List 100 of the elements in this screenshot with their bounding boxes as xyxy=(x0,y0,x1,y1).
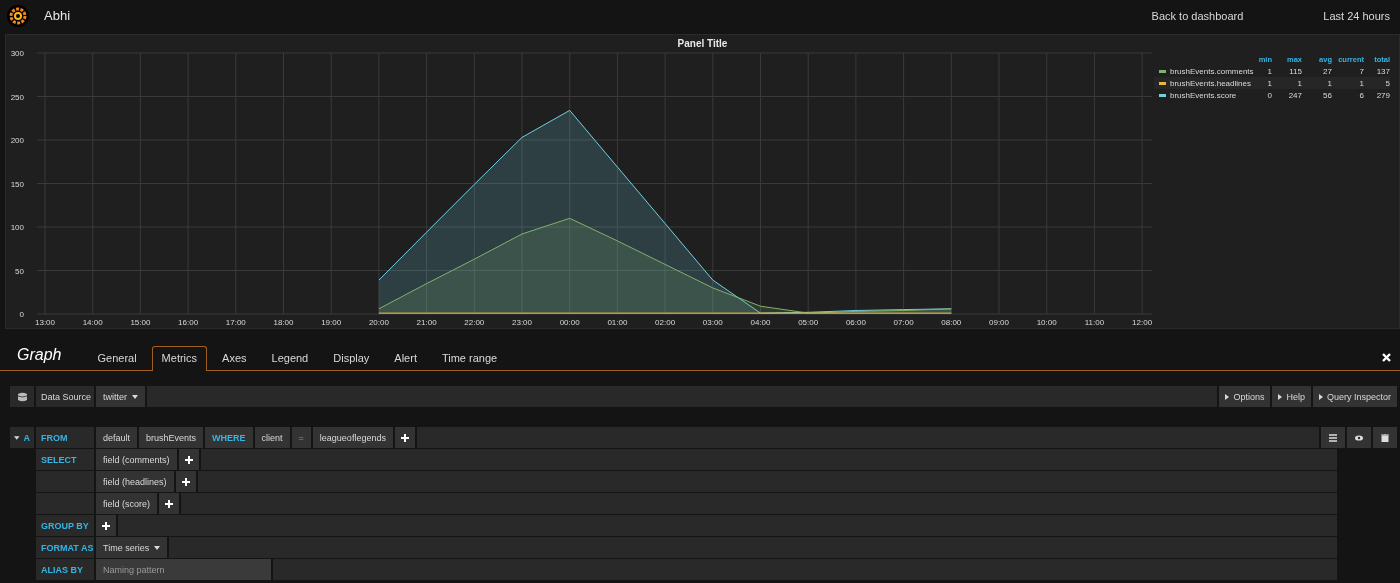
legend-value: 5 xyxy=(1384,78,1390,88)
axis-tick-label: 00:00 xyxy=(559,318,580,327)
axis-tick-label: 13:00 xyxy=(35,318,55,327)
database-icon xyxy=(17,391,27,402)
caret-icon xyxy=(1318,393,1323,400)
panel-title: Panel Title xyxy=(676,37,729,48)
row-action-button[interactable] xyxy=(1347,427,1371,448)
menu-icon xyxy=(1329,433,1337,442)
add-button[interactable] xyxy=(96,515,116,536)
axis-tick-label: 06:00 xyxy=(845,318,866,327)
toolbar-button[interactable]: Query Inspector xyxy=(1312,386,1397,407)
axis-tick-label: 08:00 xyxy=(941,318,962,327)
nav-link[interactable]: Last 24 hours xyxy=(1323,9,1390,22)
axis-tick-label: 16:00 xyxy=(178,318,199,327)
caret-icon xyxy=(1225,393,1230,400)
editor-tab[interactable]: Alert xyxy=(384,346,427,370)
query-segment[interactable]: field (score) xyxy=(96,493,157,514)
plus-icon xyxy=(165,499,173,508)
toolbar-button[interactable]: Help xyxy=(1272,386,1311,407)
query-segment[interactable]: field (comments) xyxy=(96,449,177,470)
legend-value: 279 xyxy=(1375,90,1390,100)
datasource-dropdown[interactable]: twitter xyxy=(96,386,145,407)
query-keyword: ALIAS BY xyxy=(36,559,94,580)
add-button[interactable] xyxy=(175,471,196,492)
query-segment[interactable]: default xyxy=(96,427,138,448)
axis-tick-label: 200 xyxy=(10,136,24,145)
axis-tick-label: 04:00 xyxy=(750,318,771,327)
axis-tick-label: 05:00 xyxy=(798,318,819,327)
button-label: Options xyxy=(1233,391,1265,402)
query-segment[interactable]: leagueoflegends xyxy=(312,427,393,448)
axis-tick-label: 11:00 xyxy=(1084,318,1105,327)
axis-tick-label: 18:00 xyxy=(273,318,294,327)
plus-icon xyxy=(102,521,110,530)
legend-value: 1 xyxy=(1296,78,1302,88)
series-name[interactable]: brushEvents.score xyxy=(1170,90,1237,100)
axis-tick-label: 02:00 xyxy=(655,318,676,327)
editor-tab[interactable]: Axes xyxy=(212,346,257,370)
editor-tab[interactable]: Legend xyxy=(261,346,319,370)
query-segment[interactable]: brushEvents xyxy=(139,427,204,448)
query-segment[interactable]: field (headlines) xyxy=(96,471,174,492)
axis-tick-label: 17:00 xyxy=(225,318,246,327)
axis-tick-label: 100 xyxy=(10,223,24,232)
axis-tick-label: 03:00 xyxy=(702,318,723,327)
add-button[interactable] xyxy=(394,427,415,448)
editor-tab[interactable]: General xyxy=(87,346,147,370)
button-label: Query Inspector xyxy=(1326,391,1391,402)
editor-title: Graph xyxy=(17,346,62,364)
axis-tick-label: 250 xyxy=(10,92,24,102)
query-segment[interactable]: client xyxy=(254,427,290,448)
toolbar-button[interactable]: Options xyxy=(1219,386,1271,407)
axis-tick-label: 14:00 xyxy=(82,318,103,327)
axis-tick-label: 12:00 xyxy=(1132,318,1153,327)
axis-tick-label: 23:00 xyxy=(512,318,532,327)
legend-value: 1 xyxy=(1326,78,1332,88)
legend-value: 7 xyxy=(1358,66,1364,76)
button-label: Help xyxy=(1286,391,1305,402)
trash-icon xyxy=(1381,433,1389,442)
legend-value: 1 xyxy=(1358,78,1364,88)
axis-tick-label: 07:00 xyxy=(893,318,914,327)
add-button[interactable] xyxy=(159,493,179,514)
dashboard-title: Abhi xyxy=(44,8,71,23)
axis-tick-label: 50 xyxy=(15,266,24,276)
nav-link[interactable]: Back to dashboard xyxy=(1151,9,1244,22)
close-icon xyxy=(1382,353,1391,362)
query-keyword: SELECT xyxy=(36,449,94,470)
axis-tick-label: 300 xyxy=(10,49,24,58)
series-name[interactable]: brushEvents.headlines xyxy=(1170,78,1251,88)
query-keyword: WHERE xyxy=(205,427,253,448)
editor-tab[interactable]: Display xyxy=(323,346,380,370)
row-action-button[interactable] xyxy=(1321,427,1345,448)
axis-tick-label: 10:00 xyxy=(1036,318,1057,327)
plus-icon xyxy=(400,433,409,442)
query-ref: A xyxy=(23,432,30,443)
row-action-button[interactable] xyxy=(1373,427,1397,448)
caret-icon xyxy=(14,435,20,440)
operator-segment[interactable]: = xyxy=(291,427,311,448)
add-button[interactable] xyxy=(178,449,199,470)
axis-tick-label: 21:00 xyxy=(416,318,437,327)
legend-value: 0 xyxy=(1266,90,1272,100)
legend-value: 247 xyxy=(1287,90,1302,100)
axis-tick-label: 150 xyxy=(10,179,24,189)
series-name[interactable]: brushEvents.comments xyxy=(1170,66,1254,76)
query-keyword: FORMAT AS xyxy=(36,537,94,558)
query-toggle[interactable]: A xyxy=(10,427,34,448)
dropdown-value: Time series xyxy=(103,542,150,553)
caret-icon xyxy=(1278,393,1283,400)
axis-tick-label: 09:00 xyxy=(989,318,1009,327)
axis-tick-label: 22:00 xyxy=(464,318,485,327)
axis-tick-label: 01:00 xyxy=(607,318,628,327)
legend-value: 115 xyxy=(1288,66,1302,76)
legend-value: 56 xyxy=(1322,90,1332,100)
alias-input[interactable]: Naming pattern xyxy=(96,559,271,580)
editor-tab[interactable]: Time range xyxy=(431,346,508,370)
format-dropdown[interactable]: Time series xyxy=(96,537,168,558)
editor-tab[interactable]: Metrics xyxy=(151,346,208,371)
legend-value: 6 xyxy=(1358,90,1364,100)
axis-tick-label: 15:00 xyxy=(130,318,151,327)
axis-tick-label: 20:00 xyxy=(368,318,389,327)
dropdown-value: twitter xyxy=(103,391,127,402)
query-keyword: GROUP BY xyxy=(36,515,94,536)
